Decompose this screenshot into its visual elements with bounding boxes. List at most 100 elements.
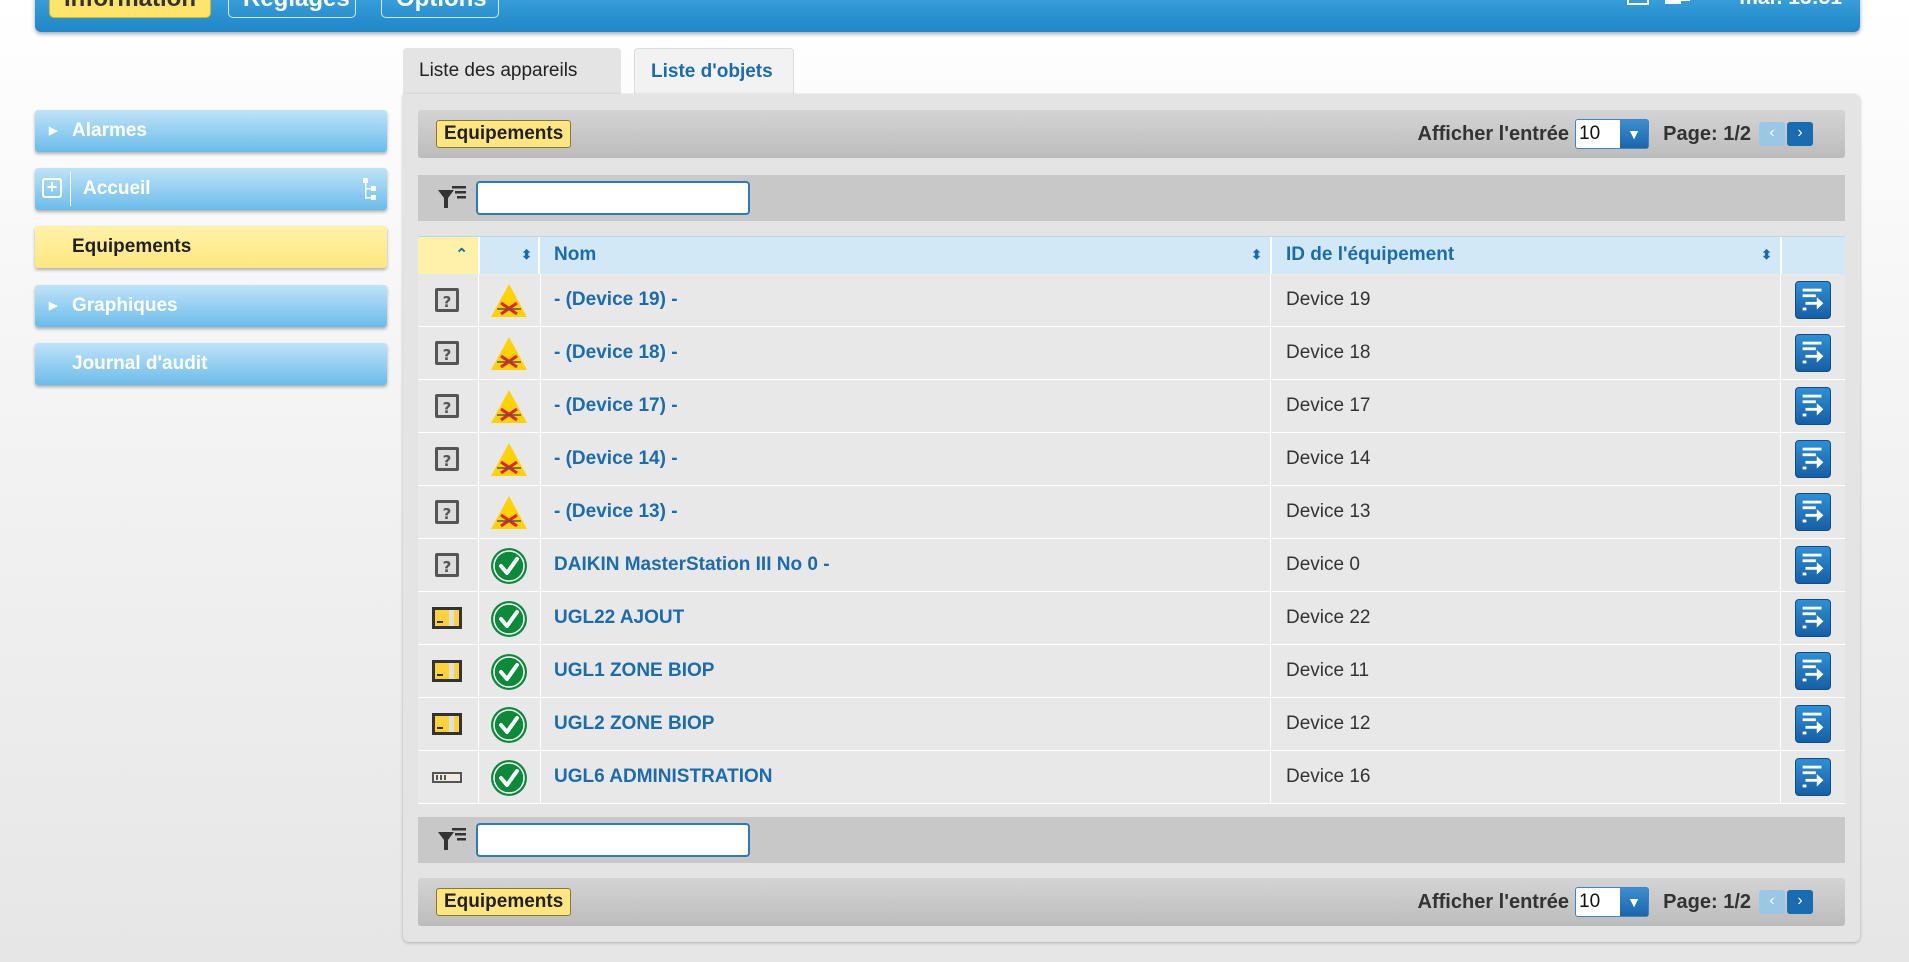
sidebar-item-label: Equipements <box>72 236 192 257</box>
svg-text:?: ? <box>443 558 452 576</box>
filter-input[interactable] <box>476 181 750 215</box>
menu-reglages[interactable]: Réglages <box>228 0 356 18</box>
table-row[interactable]: ? - (Device 19) - Device 19 <box>418 274 1845 327</box>
warning-offline-icon <box>491 337 527 370</box>
table-row[interactable]: ? - (Device 17) - Device 17 <box>418 380 1845 433</box>
table-row[interactable]: ? DAIKIN MasterStation III No 0 - Device 0 <box>418 539 1845 592</box>
warning-offline-icon <box>491 443 527 476</box>
device-name: - (Device 19) <box>554 289 666 310</box>
page-info: Page: 1/2 <box>1663 123 1751 145</box>
table-row[interactable]: UGL22 AJOUT Device 22 <box>418 592 1845 645</box>
sidebar-item-journal-audit[interactable]: Journal d'audit <box>35 343 387 385</box>
column-divider <box>540 698 541 751</box>
expand-plus-icon[interactable]: + <box>42 178 62 198</box>
top-menu-bar: Information Réglages Options mar. 13:51 <box>35 0 1860 32</box>
dropdown-arrow-icon[interactable]: ▼ <box>1620 120 1648 148</box>
menu-options[interactable]: Options <box>381 0 499 18</box>
warning-offline-icon <box>491 390 527 423</box>
pagination-bar-bottom: Equipements Afficher l'entrée 10 ▼ Page:… <box>418 878 1845 926</box>
device-name-link[interactable]: UGL22 AJOUT <box>554 592 684 644</box>
sidebar-item-alarmes[interactable]: ▶ Alarmes <box>35 110 387 152</box>
open-device-button[interactable] <box>1795 281 1831 319</box>
table-row[interactable]: ? - (Device 18) - Device 18 <box>418 327 1845 380</box>
sort-icon[interactable]: ⬍ <box>1761 237 1772 273</box>
column-header-status[interactable]: ⬍ <box>480 237 538 275</box>
unknown-device-icon: ? <box>435 341 459 365</box>
table-row[interactable]: UGL6 ADMINISTRATION Device 16 <box>418 751 1845 804</box>
filter-icon[interactable] <box>438 186 466 212</box>
show-entries-label: Afficher l'entrée <box>1417 123 1569 145</box>
open-device-button[interactable] <box>1795 546 1831 584</box>
table-row[interactable]: UGL2 ZONE BIOP Device 12 <box>418 698 1845 751</box>
open-device-button[interactable] <box>1795 387 1831 425</box>
column-divider <box>1270 698 1271 751</box>
filter-input[interactable] <box>476 823 750 857</box>
device-name-link[interactable]: - (Device 17) - <box>554 380 678 432</box>
sidebar-item-accueil[interactable]: + Accueil <box>35 168 387 210</box>
menu-information[interactable]: Information <box>49 0 211 18</box>
device-name-link[interactable]: - (Device 19) - <box>554 274 678 326</box>
dropdown-arrow-icon[interactable]: ▼ <box>1620 888 1648 916</box>
device-name-link[interactable]: - (Device 14) - <box>554 433 678 485</box>
table-row[interactable]: ? - (Device 14) - Device 14 <box>418 433 1845 486</box>
open-device-button[interactable] <box>1795 334 1831 372</box>
column-divider <box>1780 380 1781 433</box>
sidebar-item-graphiques[interactable]: ▶ Graphiques <box>35 285 387 327</box>
column-header-id[interactable]: ID de l'équipement ⬍ <box>1272 237 1778 275</box>
expand-arrow-icon: ▶ <box>49 125 58 137</box>
device-id: Device 11 <box>1286 660 1370 681</box>
window-icon[interactable] <box>1625 0 1651 6</box>
device-name-link[interactable]: UGL1 ZONE BIOP <box>554 645 714 697</box>
open-device-button[interactable] <box>1795 705 1831 743</box>
next-page-button[interactable]: › <box>1787 890 1813 914</box>
open-details-icon <box>1802 394 1824 417</box>
entries-select[interactable]: 10 ▼ <box>1575 119 1649 149</box>
filter-bar-bottom <box>418 817 1845 863</box>
open-device-button[interactable] <box>1795 652 1831 690</box>
device-name: UGL6 ADMINISTRATION <box>554 766 773 787</box>
device-name-link[interactable]: DAIKIN MasterStation III No 0 - <box>554 539 830 591</box>
column-divider <box>540 327 541 380</box>
device-name-link[interactable]: - (Device 18) - <box>554 327 678 379</box>
open-device-button[interactable] <box>1795 599 1831 637</box>
column-divider <box>540 380 541 433</box>
device-name: UGL2 ZONE BIOP <box>554 713 715 734</box>
device-name-link[interactable]: UGL6 ADMINISTRATION <box>554 751 773 803</box>
network-alert-icon[interactable] <box>1665 0 1705 6</box>
tab-object-list[interactable]: Liste d'objets <box>634 48 794 94</box>
open-device-button[interactable] <box>1795 440 1831 478</box>
controller-device-icon <box>432 660 462 682</box>
column-header-type[interactable]: ⌃ <box>418 237 478 275</box>
sidebar-item-equipements[interactable]: Equipements <box>35 226 387 268</box>
column-header-name[interactable]: Nom ⬍ <box>540 237 1268 275</box>
tree-view-icon[interactable] <box>363 178 377 202</box>
next-page-button[interactable]: › <box>1787 122 1813 146</box>
column-divider <box>540 751 541 804</box>
warning-offline-icon <box>491 496 527 529</box>
table-row[interactable]: ? - (Device 13) - Device 13 <box>418 486 1845 539</box>
device-name-link[interactable]: UGL2 ZONE BIOP <box>554 698 714 750</box>
sort-icon[interactable]: ⬍ <box>521 237 532 273</box>
column-divider <box>1780 327 1781 380</box>
open-device-button[interactable] <box>1795 493 1831 531</box>
device-id: Device 18 <box>1286 342 1371 363</box>
column-divider <box>478 327 479 380</box>
column-divider <box>1270 486 1271 539</box>
tab-device-list[interactable]: Liste des appareils <box>403 48 621 94</box>
prev-page-button[interactable]: ‹ <box>1759 890 1785 914</box>
table-row[interactable]: UGL1 ZONE BIOP Device 11 <box>418 645 1845 698</box>
sort-icon[interactable]: ⬍ <box>1251 237 1262 273</box>
column-divider <box>1780 433 1781 486</box>
unknown-device-icon: ? <box>435 553 459 577</box>
device-name: DAIKIN MasterStation III No 0 <box>554 554 818 575</box>
filter-bar-top <box>418 175 1845 221</box>
entries-select[interactable]: 10 ▼ <box>1575 887 1649 917</box>
divider <box>70 172 71 206</box>
sort-asc-icon[interactable]: ⌃ <box>455 237 468 273</box>
device-name-link[interactable]: - (Device 13) - <box>554 486 678 538</box>
prev-page-button[interactable]: ‹ <box>1759 122 1785 146</box>
column-divider <box>540 486 541 539</box>
filter-icon[interactable] <box>438 828 466 854</box>
open-details-icon <box>1802 765 1824 788</box>
open-device-button[interactable] <box>1795 758 1831 796</box>
